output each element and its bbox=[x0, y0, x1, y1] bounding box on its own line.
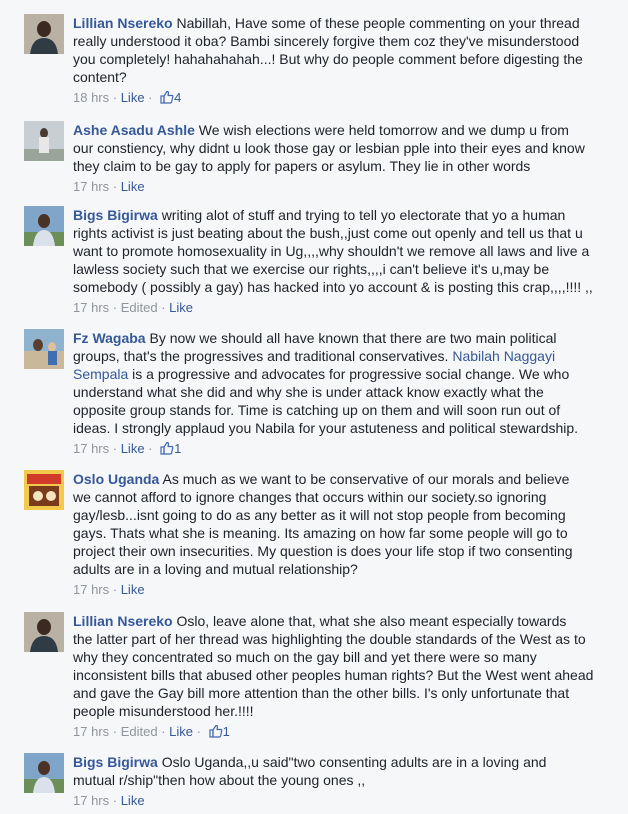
like-count[interactable]: 1 bbox=[205, 724, 230, 739]
comment-text: We wish elections were held tomorrow and… bbox=[198, 122, 569, 138]
avatar[interactable] bbox=[24, 753, 64, 793]
mention-link[interactable]: Sempala bbox=[73, 366, 128, 382]
like-link[interactable]: Like bbox=[121, 582, 145, 597]
comment-timestamp[interactable]: 17 hrs bbox=[73, 724, 109, 739]
comment-text: groups, that's the progressives and trad… bbox=[73, 348, 449, 364]
comment-author[interactable]: Oslo Uganda bbox=[73, 471, 159, 487]
avatar[interactable] bbox=[24, 121, 64, 161]
comment-text: lawless society such that we exercise ou… bbox=[73, 261, 550, 277]
comment-text: opposite group stands for. Time is catch… bbox=[73, 402, 561, 418]
comment-meta: 17 hrs · Like · 1 bbox=[73, 441, 182, 456]
edited-label[interactable]: Edited bbox=[121, 300, 158, 315]
like-link[interactable]: Like bbox=[169, 300, 193, 315]
comment-author[interactable]: Fz Wagaba bbox=[73, 330, 146, 346]
avatar[interactable] bbox=[24, 329, 64, 369]
comment-text: rights activist is just beating about th… bbox=[73, 225, 583, 241]
comment-timestamp[interactable]: 18 hrs bbox=[73, 90, 109, 105]
comment-text: project their own insecurities. My quest… bbox=[73, 543, 573, 559]
comment-meta: 17 hrs · Like bbox=[73, 582, 145, 597]
like-link[interactable]: Like bbox=[121, 179, 145, 194]
like-link[interactable]: Like bbox=[121, 90, 145, 105]
comment-author[interactable]: Lillian Nsereko bbox=[73, 613, 173, 629]
comment-author[interactable]: Lillian Nsereko bbox=[73, 15, 173, 31]
comment-text: the latter part of her thread was highli… bbox=[73, 631, 586, 647]
comment-timestamp[interactable]: 17 hrs bbox=[73, 300, 109, 315]
comment-meta: 18 hrs · Like · 4 bbox=[73, 90, 182, 105]
comment-text: writing alot of stuff and trying to tell… bbox=[161, 207, 566, 223]
comment-text: inconsistent bills that abused other peo… bbox=[73, 667, 594, 683]
comment-text: content? bbox=[73, 69, 127, 85]
comment-author[interactable]: Bigs Bigirwa bbox=[73, 207, 158, 223]
comment-text: our constiency, why didnt u look those g… bbox=[73, 140, 585, 156]
comment-text: gays. Thats what she is meaning. Its ama… bbox=[73, 525, 568, 541]
avatar[interactable] bbox=[24, 470, 64, 510]
comment-text: people misunderstood her.!!!! bbox=[73, 703, 254, 719]
comment-text: adults are in a loving and mutual relati… bbox=[73, 561, 358, 577]
comment-text: As much as we want to be conservative of… bbox=[162, 471, 570, 487]
comment-author[interactable]: Bigs Bigirwa bbox=[73, 754, 158, 770]
comment-text: and gave the Gay bill more attention tha… bbox=[73, 685, 570, 701]
comment-text: is a progressive and advocates for progr… bbox=[128, 366, 570, 382]
comment-text: you completely! hahahahahah...! But why … bbox=[73, 51, 583, 67]
comment-text: why they concentrated so much on the gay… bbox=[73, 649, 537, 665]
comment-text: understand what she did and why she is u… bbox=[73, 384, 544, 400]
thumbs-up-icon bbox=[160, 90, 174, 104]
comment-text: we cannot afford to ignore changes that … bbox=[73, 489, 547, 505]
comment-text: really understood it oba? Bambi sincerel… bbox=[73, 33, 580, 49]
comment-text: gay/lesb...isnt going to do as any bette… bbox=[73, 507, 566, 523]
comment-text: Oslo, leave alone that, what she also me… bbox=[176, 613, 567, 629]
thumbs-up-icon bbox=[160, 441, 174, 455]
like-count[interactable]: 4 bbox=[156, 90, 181, 105]
comment-meta: 17 hrs · Like bbox=[73, 179, 145, 194]
comment-text: By now we should all have known that the… bbox=[149, 330, 557, 346]
comment-text: mutual r/ship"then how about the young o… bbox=[73, 772, 366, 788]
comment-text: ideas. I strongly applaud you Nabila for… bbox=[73, 420, 579, 436]
comment-timestamp[interactable]: 17 hrs bbox=[73, 441, 109, 456]
comment-timestamp[interactable]: 17 hrs bbox=[73, 582, 109, 597]
avatar[interactable] bbox=[24, 612, 64, 652]
like-count[interactable]: 1 bbox=[156, 441, 181, 456]
comment-timestamp[interactable]: 17 hrs bbox=[73, 179, 109, 194]
mention-link[interactable]: Nabilah Naggayi bbox=[452, 348, 555, 364]
like-link[interactable]: Like bbox=[169, 724, 193, 739]
avatar[interactable] bbox=[24, 206, 64, 246]
comment-text: Oslo Uganda,,u said"two consenting adult… bbox=[161, 754, 547, 770]
comment-meta: 17 hrs · Edited · Like bbox=[73, 300, 193, 315]
thumbs-up-icon bbox=[208, 724, 222, 738]
like-link[interactable]: Like bbox=[121, 441, 145, 456]
comment-text: they claim to be gay to apply for papers… bbox=[73, 158, 531, 174]
comment-thread: Lillian Nsereko Nabillah, Have some of t… bbox=[0, 0, 628, 814]
comment-author[interactable]: Ashe Asadu Ashle bbox=[73, 122, 195, 138]
like-link[interactable]: Like bbox=[121, 793, 145, 808]
comment-text: somebody ( possibly a gay) has hacked in… bbox=[73, 279, 593, 295]
comment-meta: 17 hrs · Like bbox=[73, 793, 145, 808]
comment-timestamp[interactable]: 17 hrs bbox=[73, 793, 109, 808]
comment-meta: 17 hrs · Edited · Like · 1 bbox=[73, 724, 230, 739]
comment-text: Nabillah, Have some of these people comm… bbox=[176, 15, 580, 31]
avatar[interactable] bbox=[24, 14, 64, 54]
comment-text: want to promote homosexuality in Ug,,,,w… bbox=[73, 243, 590, 259]
edited-label[interactable]: Edited bbox=[121, 724, 158, 739]
